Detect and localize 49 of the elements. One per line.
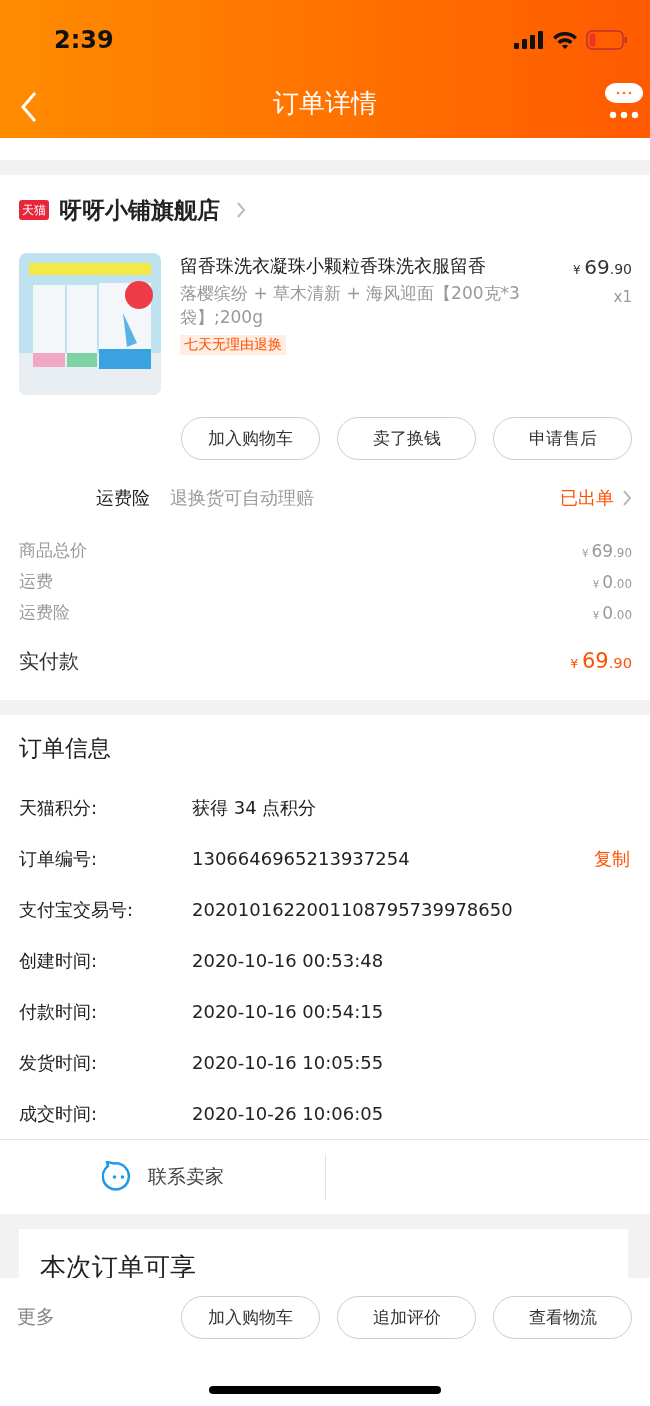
info-value: 2020-10-16 00:53:48 bbox=[192, 950, 385, 971]
action-button[interactable]: 加入购物车 bbox=[181, 417, 320, 460]
return-policy-tag: 七天无理由退换 bbox=[180, 335, 286, 355]
chevron-right-icon bbox=[622, 488, 632, 507]
page-title: 订单详情 bbox=[273, 87, 377, 120]
summary-label: 运费险 bbox=[19, 601, 70, 624]
info-label: 天猫积分: bbox=[19, 795, 99, 820]
info-value: 2020-10-16 00:54:15 bbox=[192, 1001, 385, 1022]
signal-icon bbox=[514, 30, 544, 49]
price-text: ¥ 0.00 bbox=[592, 571, 632, 592]
tmall-badge: 天猫 bbox=[19, 200, 49, 220]
info-value: 2020-10-16 10:05:55 bbox=[192, 1052, 385, 1073]
info-label: 支付宝交易号: bbox=[19, 897, 135, 922]
quantity-text: x1 bbox=[613, 288, 632, 306]
section-title: 订单信息 bbox=[19, 734, 111, 763]
status-time: 2:39 bbox=[54, 24, 115, 54]
info-value: 2020-10-26 10:06:05 bbox=[192, 1103, 385, 1124]
insurance-description: 退换货可自动理赔 bbox=[170, 485, 315, 510]
summary-label: 商品总价 bbox=[19, 539, 87, 562]
chevron-right-icon bbox=[236, 201, 246, 219]
insurance-label: 运费险 bbox=[96, 485, 150, 510]
price-text: ¥ 69.90 bbox=[581, 540, 632, 561]
info-label: 付款时间: bbox=[19, 999, 99, 1024]
info-label: 创建时间: bbox=[19, 948, 99, 973]
info-value: 2020101622001108795739978650 bbox=[192, 899, 514, 920]
back-icon[interactable] bbox=[20, 90, 38, 123]
action-button[interactable]: 卖了换钱 bbox=[337, 417, 476, 460]
info-value: 获得 34 点积分 bbox=[192, 795, 318, 820]
info-label: 成交时间: bbox=[19, 1101, 99, 1126]
action-button[interactable]: 加入购物车 bbox=[181, 1295, 320, 1339]
summary-label: 运费 bbox=[19, 570, 53, 593]
product-variant: 落樱缤纷 + 草木清新 + 海风迎面【200克*3袋】;200g bbox=[180, 282, 521, 329]
wifi-icon bbox=[552, 29, 578, 50]
store-name[interactable]: 呀呀小铺旗舰店 bbox=[59, 194, 220, 226]
contact-seller-link[interactable]: 联系卖家 bbox=[147, 1164, 224, 1190]
info-label: 订单编号: bbox=[19, 846, 99, 871]
price-text: ¥ 0.00 bbox=[592, 602, 632, 623]
action-button[interactable]: 查看物流 bbox=[493, 1295, 632, 1339]
info-value: 1306646965213937254 bbox=[192, 848, 411, 869]
message-icon[interactable] bbox=[604, 80, 644, 121]
more-link[interactable]: 更多 bbox=[17, 1304, 181, 1330]
action-button[interactable]: 追加评价 bbox=[337, 1295, 476, 1339]
info-label: 发货时间: bbox=[19, 1050, 99, 1075]
action-button[interactable]: 申请售后 bbox=[493, 417, 632, 460]
battery-icon bbox=[586, 29, 628, 50]
product-title[interactable]: 留香珠洗衣凝珠小颗粒香珠洗衣服留香 bbox=[180, 253, 486, 279]
total-label: 实付款 bbox=[19, 647, 79, 675]
price-text: ¥ 69.90 bbox=[573, 254, 632, 281]
price-text: ¥ 69.90 bbox=[570, 649, 632, 673]
